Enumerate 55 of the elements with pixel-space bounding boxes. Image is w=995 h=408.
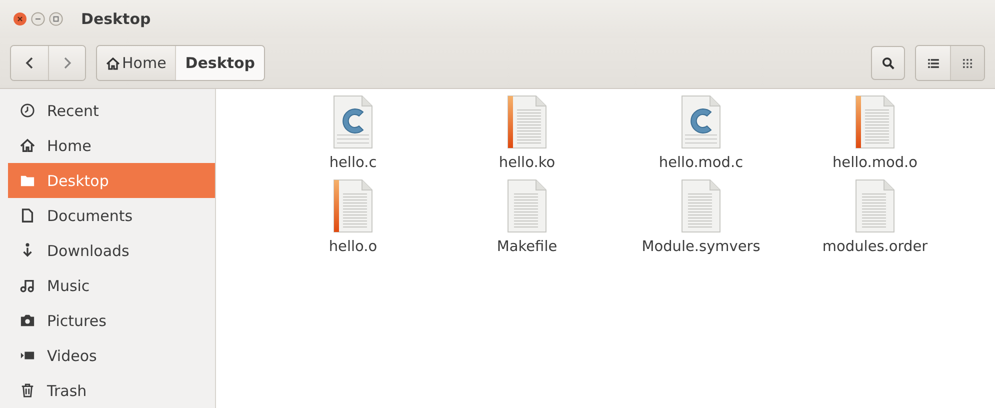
close-icon[interactable] xyxy=(13,12,27,26)
sidebar-item[interactable]: Pictures xyxy=(8,303,215,338)
breadcrumb-button[interactable]: Home xyxy=(97,46,176,80)
grid-view-button[interactable] xyxy=(950,46,984,80)
sidebar-item[interactable]: Downloads xyxy=(8,233,215,268)
c-file-icon xyxy=(333,95,373,149)
recent-icon xyxy=(20,103,35,118)
back-button[interactable] xyxy=(11,46,48,80)
text-file-icon xyxy=(507,179,547,233)
binary-file-icon xyxy=(507,95,547,149)
sidebar-item[interactable]: Recent xyxy=(8,93,215,128)
maximize-icon[interactable] xyxy=(49,12,63,26)
file-item[interactable]: hello.mod.c xyxy=(614,95,788,171)
trash-icon xyxy=(20,383,35,398)
grid-icon xyxy=(963,58,972,68)
documents-icon xyxy=(20,208,35,223)
file-name: hello.mod.o xyxy=(832,155,918,171)
file-item[interactable]: hello.o xyxy=(266,179,440,255)
desktop-icon xyxy=(20,173,35,188)
forward-icon xyxy=(62,57,72,69)
text-file-icon xyxy=(681,179,721,233)
file-item[interactable]: Makefile xyxy=(440,179,614,255)
back-icon xyxy=(24,57,34,69)
sidebar-item[interactable]: Documents xyxy=(8,198,215,233)
sidebar-item[interactable]: Music xyxy=(8,268,215,303)
file-item[interactable]: modules.order xyxy=(788,179,962,255)
pictures-icon xyxy=(20,313,35,328)
sidebar-item[interactable]: Home xyxy=(8,128,215,163)
file-name: hello.o xyxy=(328,239,378,255)
file-item[interactable]: hello.c xyxy=(266,95,440,171)
file-item[interactable]: Module.symvers xyxy=(614,179,788,255)
file-name: hello.ko xyxy=(498,155,556,171)
home-icon xyxy=(20,138,35,153)
file-name: modules.order xyxy=(822,239,928,255)
file-name: hello.mod.c xyxy=(658,155,744,171)
minimize-icon[interactable] xyxy=(31,12,45,26)
file-item[interactable]: hello.mod.o xyxy=(788,95,962,171)
music-icon xyxy=(20,278,35,293)
text-file-icon xyxy=(855,179,895,233)
c-file-icon xyxy=(681,95,721,149)
file-item[interactable]: hello.ko xyxy=(440,95,614,171)
list-icon xyxy=(928,58,938,68)
list-view-button[interactable] xyxy=(916,46,950,80)
binary-file-icon xyxy=(333,179,373,233)
search-icon xyxy=(882,56,894,70)
window-title: Desktop xyxy=(81,10,151,28)
home-icon xyxy=(106,56,120,70)
sidebar-item[interactable]: Trash xyxy=(8,373,215,408)
binary-file-icon xyxy=(855,95,895,149)
sidebar-item[interactable]: Videos xyxy=(8,338,215,373)
file-name: Makefile xyxy=(496,239,558,255)
breadcrumb-button[interactable]: Desktop xyxy=(175,46,264,80)
search-button[interactable] xyxy=(871,46,905,80)
file-name: Module.symvers xyxy=(642,239,760,255)
file-name: hello.c xyxy=(329,155,377,171)
